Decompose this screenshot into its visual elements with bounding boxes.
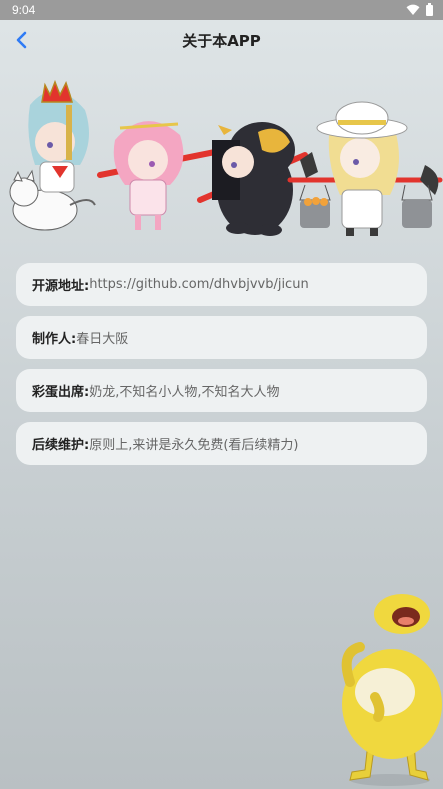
info-value: 奶龙,不知名小人物,不知名大人物 [89,385,280,400]
page-title: 关于本APP [182,32,261,50]
wifi-icon [406,4,420,16]
info-value: 春日大阪 [76,332,129,347]
info-label: 后续维护: [32,438,90,453]
info-label: 开源地址: [32,279,90,294]
source-url-link[interactable]: https://github.com/dhvbjvvb/jicun [89,277,308,292]
info-card-maintenance: 后续维护: 原则上,来讲是永久免费(看后续精力) [16,422,427,465]
status-bar: 9:04 [0,0,443,20]
info-card-easter-egg: 彩蛋出席: 奶龙,不知名小人物,不知名大人物 [16,369,427,412]
character-blue-hair [9,80,96,231]
battery-icon [426,3,433,16]
mascot-dragon-image [341,594,442,786]
status-time: 9:04 [12,3,36,17]
info-card-author: 制作人: 春日大阪 [16,316,427,359]
character-blonde-hat [287,101,443,236]
info-label: 彩蛋出席: [32,385,90,400]
info-card-source: 开源地址: https://github.com/dhvbjvvb/jicun [16,263,427,306]
info-value: 原则上,来讲是永久免费(看后续精力) [89,438,299,453]
character-pink-hair [97,121,228,230]
characters-banner-image [9,80,443,236]
app-bar: 关于本APP [0,20,443,60]
status-icons [406,3,433,16]
info-label: 制作人: [32,332,77,347]
